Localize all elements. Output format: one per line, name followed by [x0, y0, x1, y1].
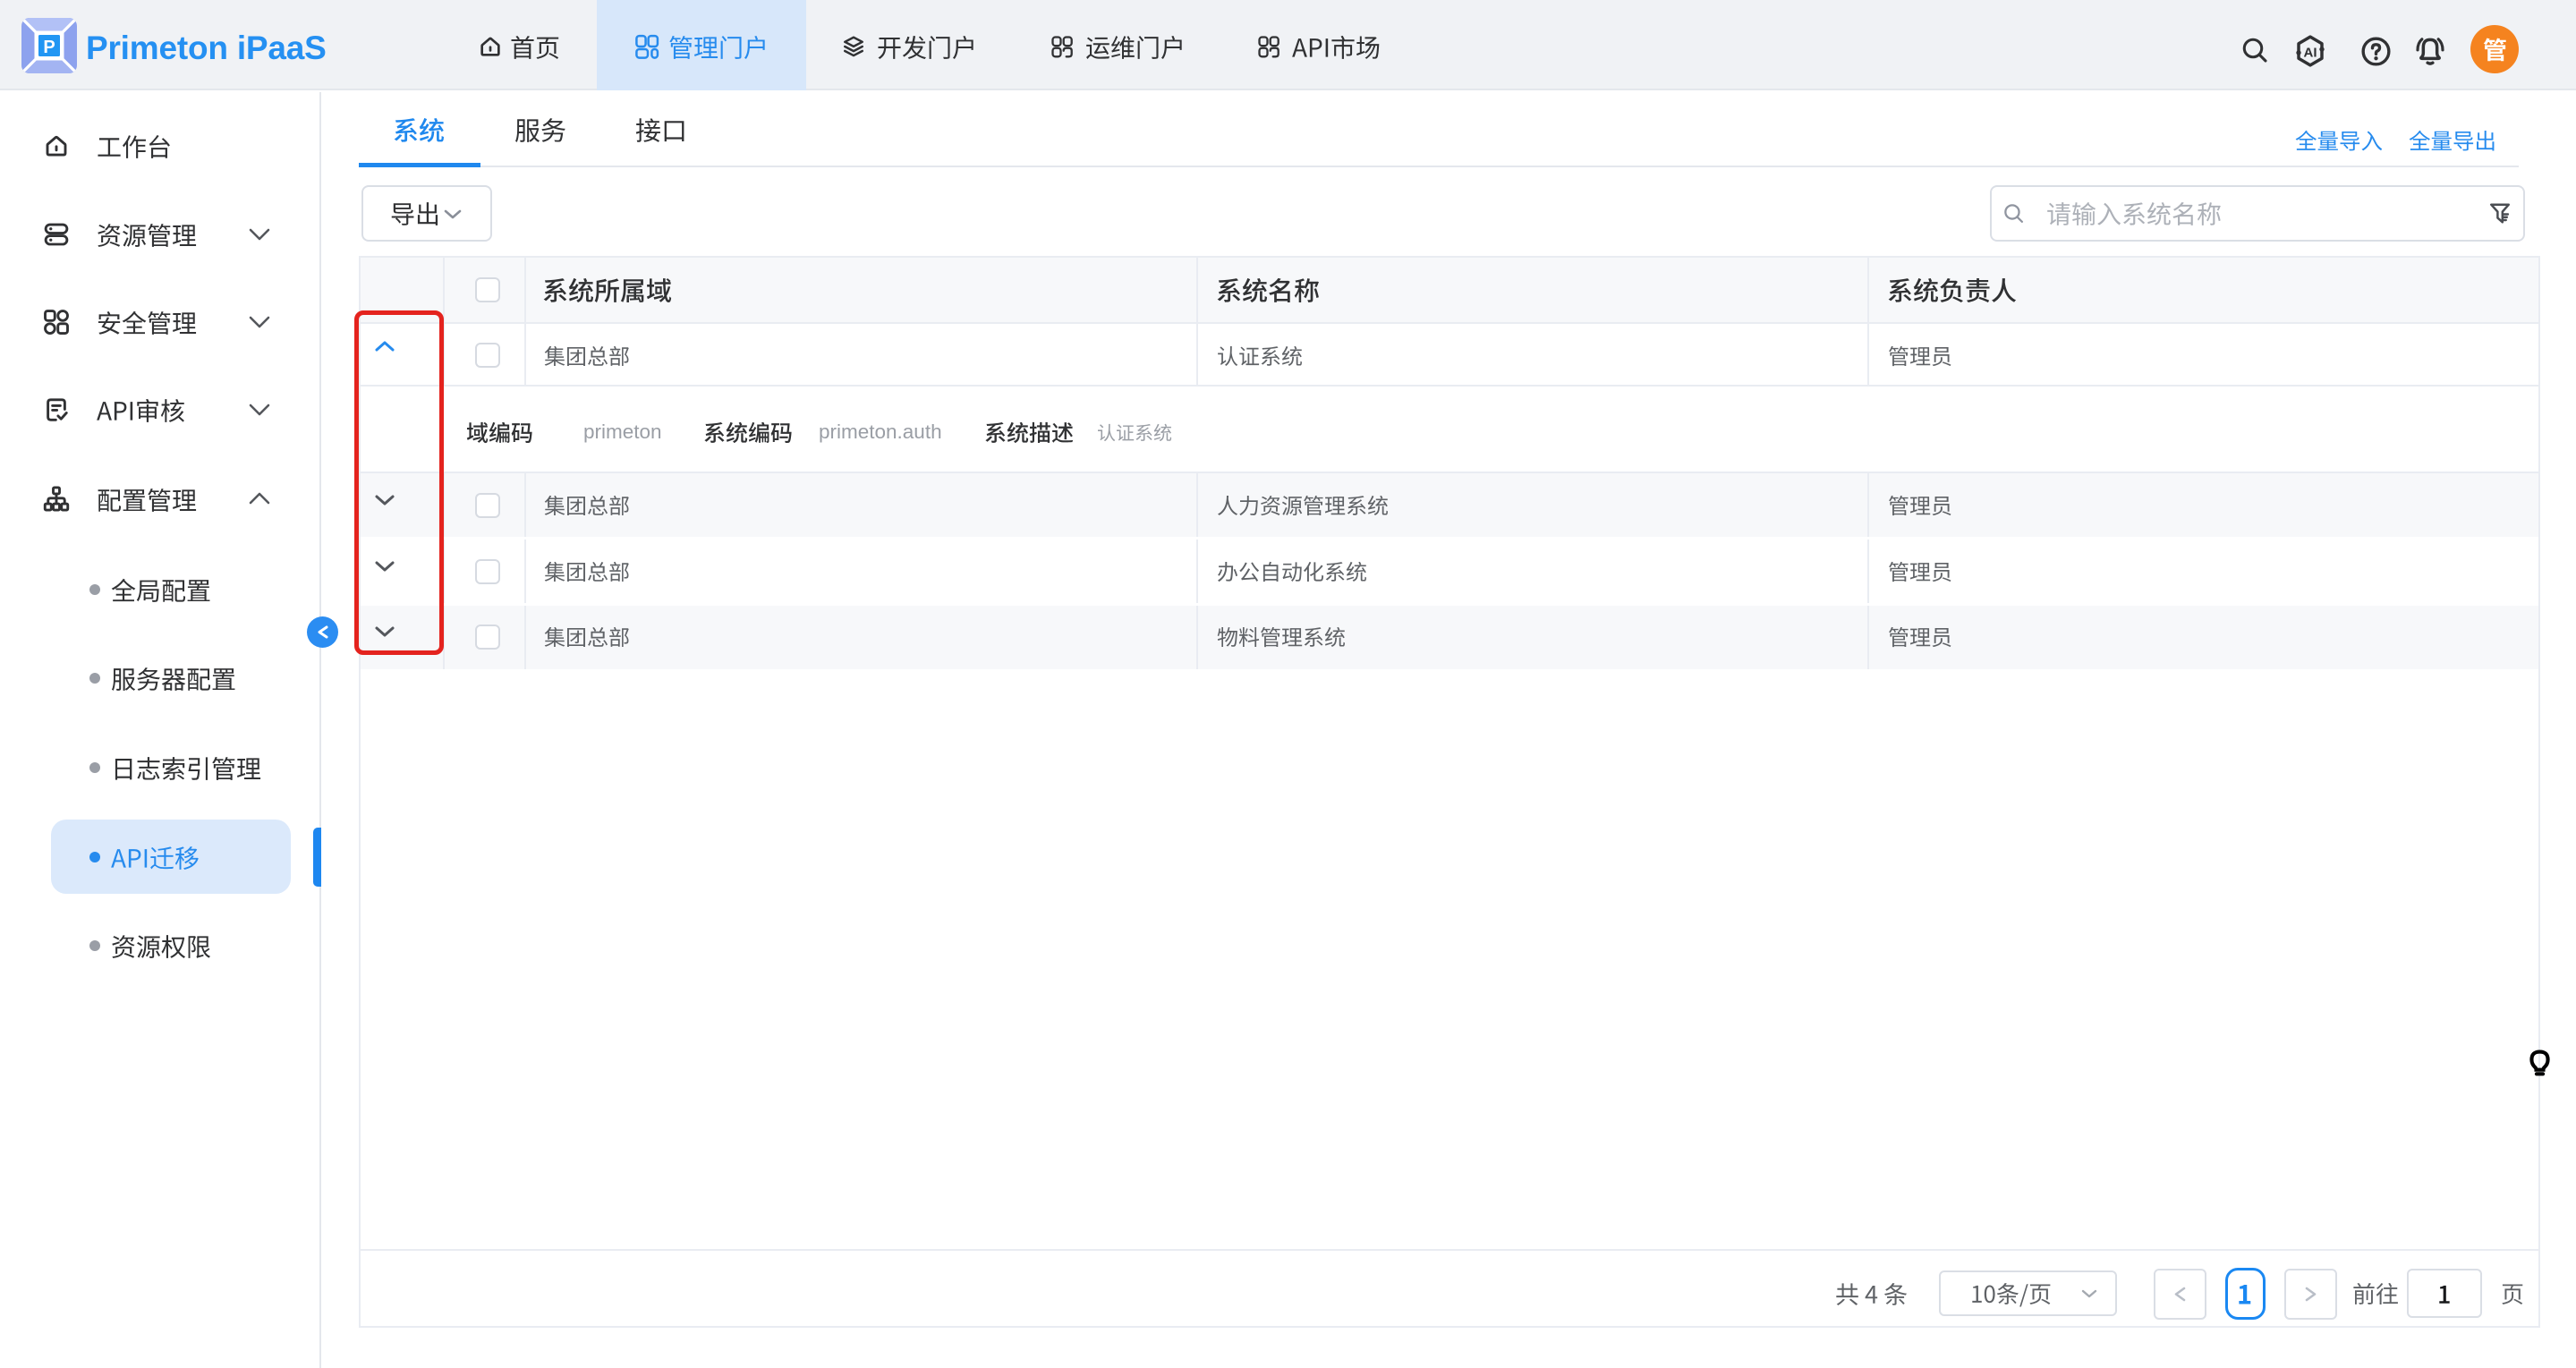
svg-text:P: P	[43, 38, 55, 57]
svg-text:AI: AI	[2303, 45, 2317, 60]
